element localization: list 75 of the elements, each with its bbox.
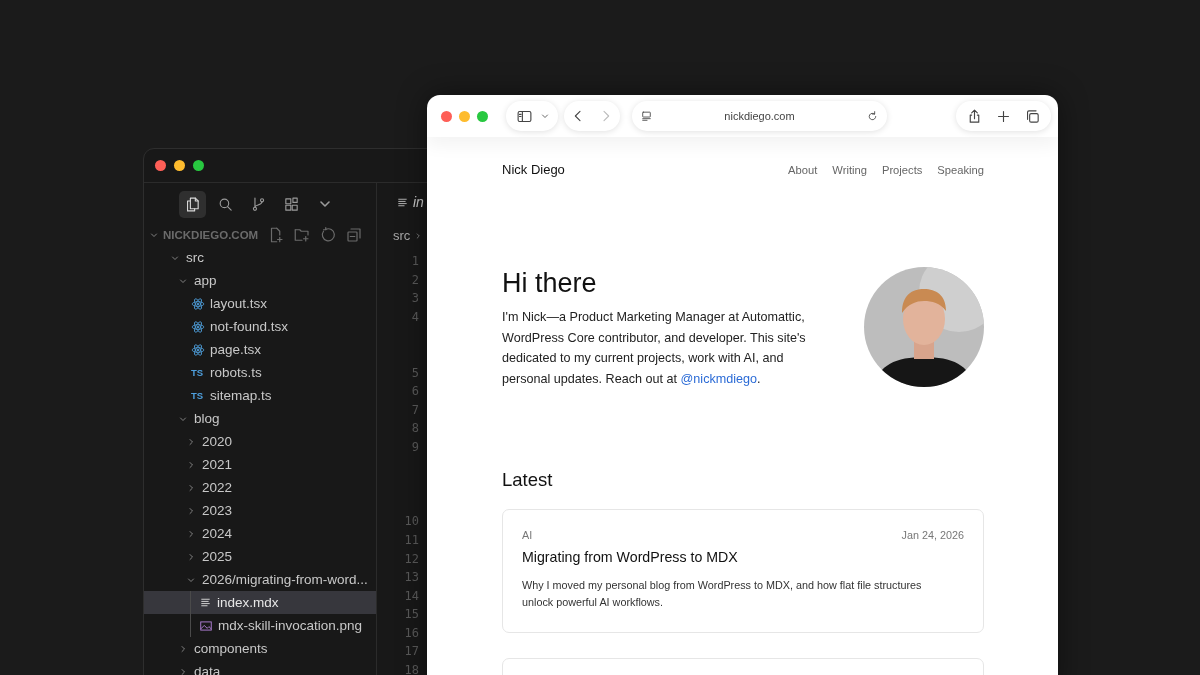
extensions-icon — [283, 195, 300, 213]
folder-item[interactable]: 2025 — [144, 545, 376, 568]
close-button[interactable] — [441, 110, 452, 122]
line-number: 17 — [404, 643, 419, 661]
reload-icon — [866, 109, 879, 123]
folder-item[interactable]: 2026/migrating-from-word... — [144, 568, 376, 591]
file-item[interactable]: page.tsx — [144, 338, 376, 361]
nav-link[interactable]: Projects — [881, 163, 923, 176]
line-number: 1 — [411, 253, 419, 270]
line-number: 18 — [404, 662, 419, 675]
line-number: 12 — [404, 550, 419, 568]
folder-item[interactable]: blog — [144, 407, 376, 430]
branch-icon — [250, 195, 267, 213]
line-number: 2 — [411, 271, 419, 289]
url-text: nickdiego.com — [724, 110, 795, 122]
image-file-icon — [199, 618, 213, 633]
line-number: 6 — [411, 383, 419, 401]
file-item[interactable]: not-found.tsx — [144, 315, 376, 338]
chevron-down-icon — [319, 201, 330, 207]
post-category: AI — [522, 529, 533, 542]
file-item[interactable]: mdx-skill-invocation.png — [144, 614, 376, 637]
file-item[interactable]: index.mdx — [144, 591, 376, 614]
line-number: 14 — [404, 587, 419, 605]
explorer-title: NICKDIEGO.COM — [163, 228, 259, 241]
file-item[interactable]: TS robots.ts — [144, 361, 376, 384]
folder-item[interactable]: 2024 — [144, 522, 376, 545]
post-title: Migrating from WordPress to MDX — [522, 549, 739, 566]
line-number: 10 — [404, 513, 419, 531]
folder-item[interactable]: 2021 — [144, 453, 376, 476]
line-number: 7 — [411, 401, 419, 419]
text-file-icon — [199, 596, 212, 609]
file-type-label: TS — [191, 367, 205, 378]
site-title[interactable]: Nick Diego — [502, 162, 565, 177]
folder-item[interactable]: src — [144, 246, 376, 269]
close-button[interactable] — [155, 160, 166, 171]
line-number: 4 — [411, 308, 419, 326]
line-number: 11 — [404, 531, 419, 549]
line-number: 9 — [411, 438, 419, 456]
folder-item[interactable]: 2020 — [144, 430, 376, 453]
nav-link[interactable]: Writing — [832, 163, 867, 176]
atom-icon — [191, 296, 205, 311]
file-item[interactable]: TS sitemap.ts — [144, 384, 376, 407]
editor-tab[interactable]: in — [396, 194, 424, 210]
nav-link[interactable]: Speaking — [937, 163, 984, 176]
folder-item[interactable]: app — [144, 269, 376, 292]
zoom-button[interactable] — [193, 160, 204, 171]
atom-icon — [191, 342, 205, 357]
post-date: Jan 24, 2026 — [901, 529, 964, 542]
minimize-button[interactable] — [174, 160, 185, 171]
files-icon — [184, 195, 201, 213]
collapse-all-icon — [345, 225, 364, 244]
file-item[interactable]: layout.tsx — [144, 292, 376, 315]
section-heading: Latest — [502, 469, 554, 492]
line-number: 15 — [404, 606, 419, 624]
files-button[interactable] — [179, 190, 206, 218]
line-number: 13 — [404, 569, 419, 587]
folder-item[interactable]: 2022 — [144, 476, 376, 499]
refresh-icon — [319, 225, 338, 244]
breadcrumb[interactable]: src — [393, 228, 411, 243]
intro-paragraph: I'm Nick—a Product Marketing Manager at Automattic, WordPress Core contributor, and developer. This site's dedicated to my current projects, work with AI, and personal updates. Reach out at @nickmdiego. — [502, 309, 807, 388]
page-heading: Hi there — [502, 267, 598, 300]
post-card[interactable]: AI Jan 24, 2026 Migrating from WordPress to MDX Why I moved my personal blog from WordPress to MDX, and how flat file structures unlock powerful AI workflows. — [502, 509, 984, 634]
address-bar[interactable]: nickdiego.com — [632, 101, 887, 131]
line-number: 5 — [411, 364, 419, 382]
post-excerpt: Why I moved my personal blog from WordPress to MDX, and how flat file structures unlock powerful AI workflows. — [522, 578, 923, 611]
nav-link[interactable]: About — [788, 163, 818, 176]
tabs-icon — [1024, 107, 1041, 125]
file-type-label: TS — [191, 390, 205, 401]
line-number: 3 — [411, 290, 419, 308]
page-menu-icon — [640, 109, 653, 123]
atom-icon — [191, 319, 205, 334]
folder-item[interactable]: 2023 — [144, 499, 376, 522]
folder-item[interactable]: components — [144, 637, 376, 660]
line-number: 16 — [404, 624, 419, 642]
line-number: 8 — [411, 420, 419, 438]
